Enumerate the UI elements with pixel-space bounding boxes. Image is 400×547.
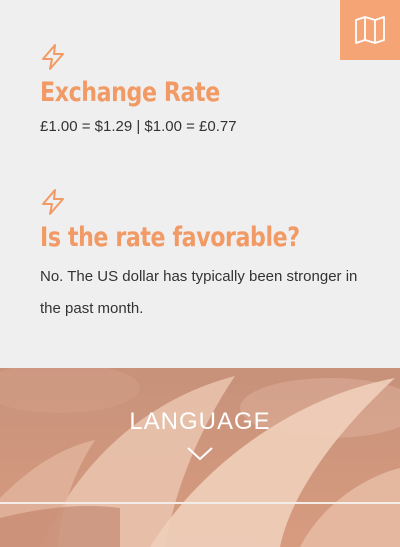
exchange-rate-section: Exchange Rate £1.00 = $1.29 | $1.00 = £0… bbox=[40, 43, 370, 135]
exchange-rate-value: £1.00 = $1.29 | $1.00 = £0.77 bbox=[40, 118, 237, 135]
map-icon bbox=[355, 16, 385, 44]
divider bbox=[0, 502, 400, 504]
lightning-bolt-icon bbox=[42, 44, 64, 70]
chevron-down-icon[interactable] bbox=[186, 446, 214, 462]
rate-favorable-section: Is the rate favorable? No. The US dollar… bbox=[40, 188, 370, 325]
language-banner[interactable]: LANGUAGE bbox=[0, 368, 400, 547]
lightning-bolt-icon bbox=[42, 189, 64, 215]
exchange-rate-title: Exchange Rate bbox=[40, 77, 220, 108]
rate-favorable-title: Is the rate favorable? bbox=[40, 222, 300, 253]
language-label: LANGUAGE bbox=[129, 408, 271, 435]
rate-favorable-text: No. The US dollar has typically been str… bbox=[40, 268, 358, 317]
